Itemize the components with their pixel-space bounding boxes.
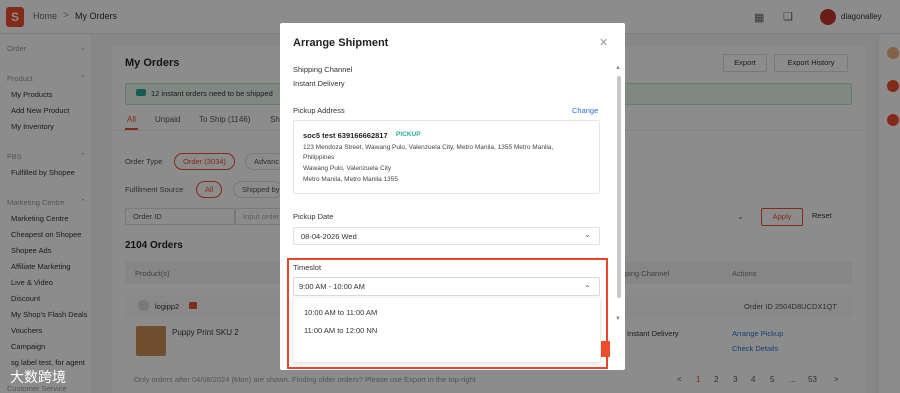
address-line-3: Wawang Pulo, Valenzuela City xyxy=(303,165,392,172)
change-address-link[interactable]: Change xyxy=(572,106,598,115)
confirm-button[interactable] xyxy=(601,341,610,357)
pickup-date-value: 08-04-2026 Wed xyxy=(301,232,357,241)
modal-scrollbar[interactable] xyxy=(617,76,621,298)
scroll-down-icon[interactable]: ▼ xyxy=(615,316,621,322)
modal-title: Arrange Shipment xyxy=(293,37,389,49)
shipping-channel-label: Shipping Channel xyxy=(293,65,353,74)
watermark: 大数跨境 xyxy=(10,369,66,385)
address-line-1: 123 Mendoza Street, Wawang Pulo, Valenzu… xyxy=(303,144,554,151)
close-icon[interactable]: ✕ xyxy=(599,36,608,49)
pickup-address-label: Pickup Address xyxy=(293,106,345,115)
address-name: soc5 test 639166662817 xyxy=(303,131,388,140)
timeslot-highlight-box xyxy=(287,258,608,369)
pickup-tag: PICKUP xyxy=(396,131,421,138)
shipping-channel-value: Instant Delivery xyxy=(293,79,345,88)
address-line-2: Philippines xyxy=(303,154,335,161)
address-line-4: Metro Manila, Metro Manila 1355 xyxy=(303,176,399,183)
scroll-up-icon[interactable]: ▲ xyxy=(615,65,621,71)
chevron-down-icon[interactable]: ⌄ xyxy=(584,230,591,239)
pickup-date-label: Pickup Date xyxy=(293,212,334,221)
